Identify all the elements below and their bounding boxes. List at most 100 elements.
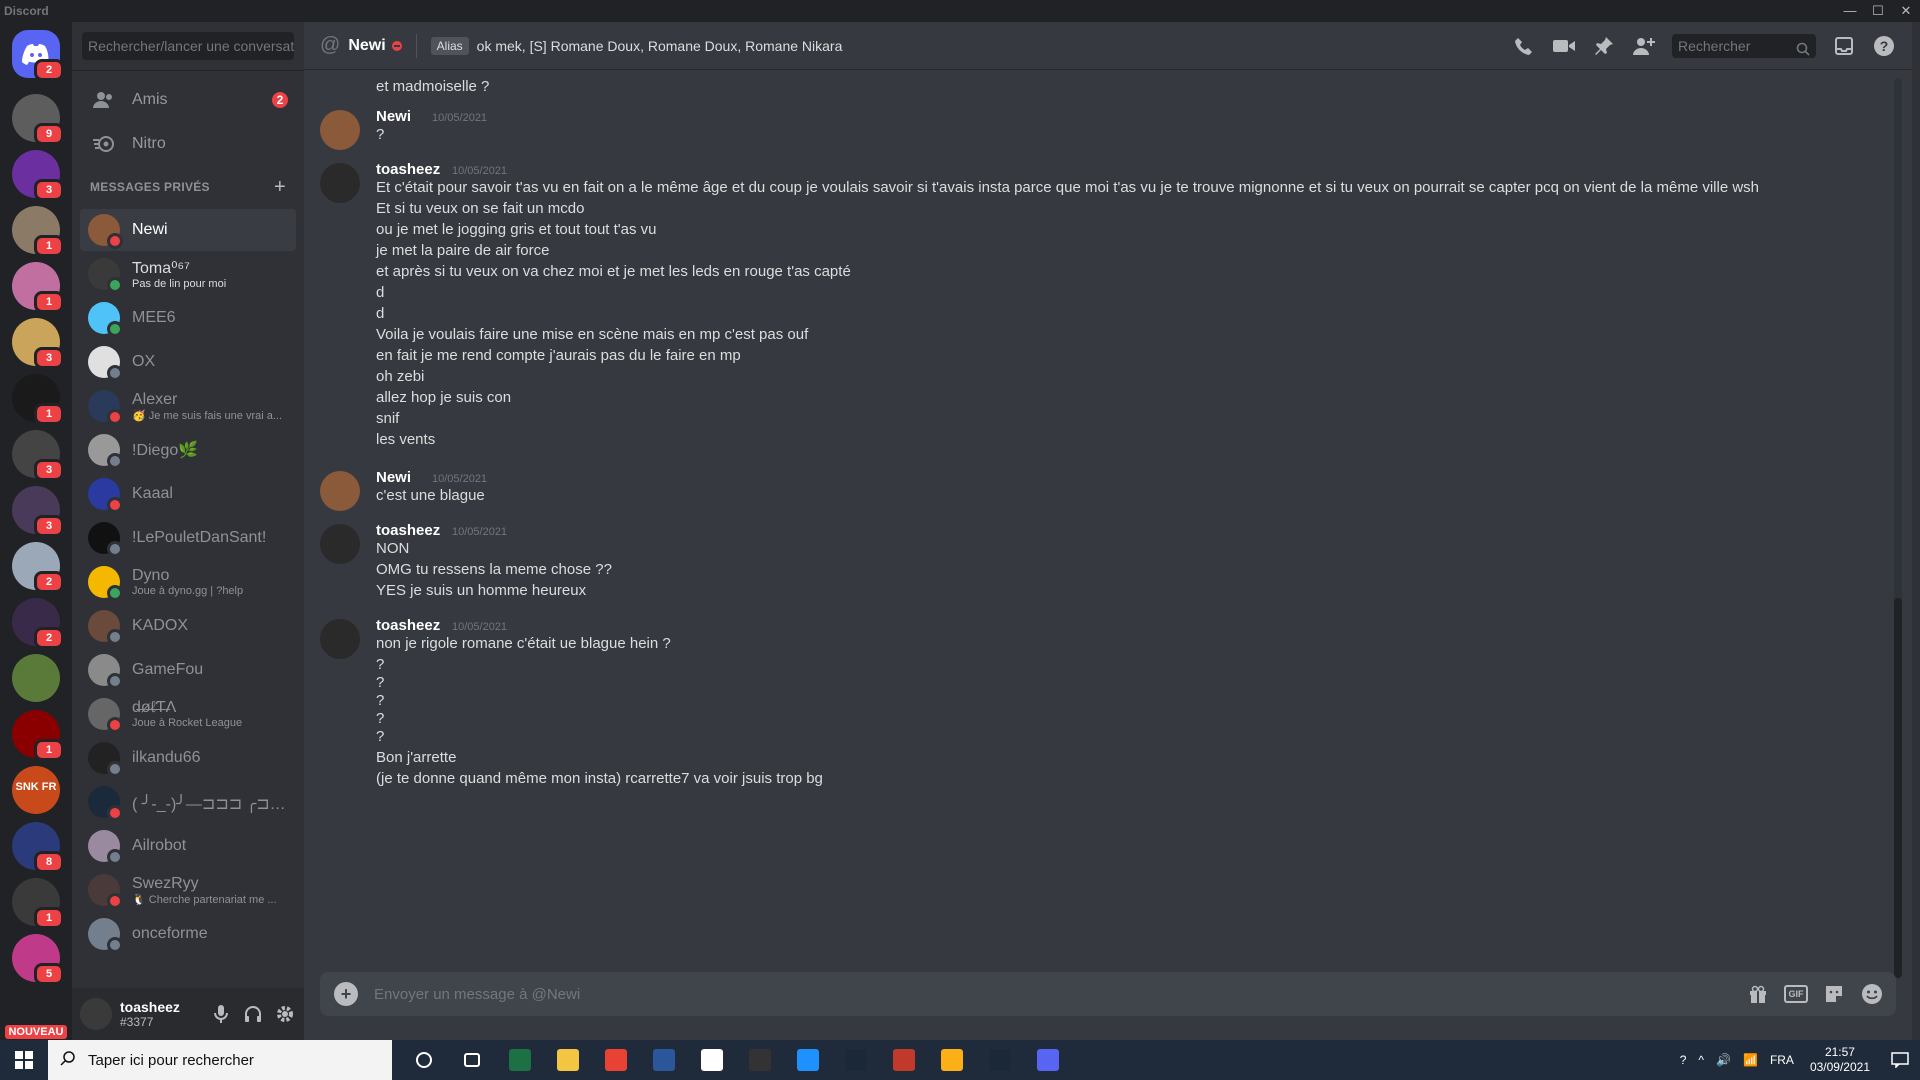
- friends-nav-item[interactable]: Amis 2: [80, 79, 296, 121]
- server-icon[interactable]: 2: [12, 542, 64, 593]
- server-icon[interactable]: 5: [12, 934, 64, 985]
- scrollbar-thumb[interactable]: [1894, 598, 1902, 978]
- message-input-placeholder[interactable]: Envoyer un message à @Newi: [374, 986, 580, 1003]
- message-author-avatar[interactable]: [320, 163, 360, 203]
- server-icon[interactable]: 9: [12, 94, 64, 145]
- chrome-icon[interactable]: [592, 1040, 640, 1080]
- taskbar-search-input[interactable]: Taper ici pour rechercher: [48, 1040, 392, 1080]
- message-scrollbar[interactable]: [1894, 78, 1902, 978]
- rockstar-icon[interactable]: [928, 1040, 976, 1080]
- settings-gear-icon[interactable]: [274, 1003, 296, 1025]
- store-icon[interactable]: [688, 1040, 736, 1080]
- gif-picker-button[interactable]: GIF: [1784, 985, 1808, 1003]
- dm-item[interactable]: ilkandu66: [80, 737, 296, 779]
- dm-item[interactable]: Alexer 🥳 Je me suis fais une vrai a...: [80, 385, 296, 427]
- create-dm-plus-icon[interactable]: +: [274, 176, 286, 199]
- microphone-icon[interactable]: [210, 1003, 232, 1025]
- voice-call-icon[interactable]: [1512, 34, 1536, 58]
- inbox-icon[interactable]: [1832, 34, 1856, 58]
- steam-icon-2[interactable]: [976, 1040, 1024, 1080]
- language-indicator[interactable]: FRA: [1770, 1053, 1794, 1067]
- server-icon[interactable]: 1: [12, 374, 64, 425]
- dm-item[interactable]: Dyno Joue à dyno.gg | ?help: [80, 561, 296, 603]
- discord-taskbar-icon[interactable]: [1024, 1040, 1072, 1080]
- server-icon[interactable]: [12, 654, 60, 702]
- dm-item[interactable]: ( ╯-_-)╯—⊐⊐⊐ ╭⊐⊐—〒╤╤: [80, 781, 296, 823]
- user-avatar[interactable]: [80, 998, 112, 1030]
- server-icon[interactable]: 2: [12, 598, 64, 649]
- excel-icon[interactable]: [496, 1040, 544, 1080]
- server-icon[interactable]: 3: [12, 318, 64, 369]
- nitro-nav-item[interactable]: Nitro: [80, 123, 296, 165]
- task-view-icon[interactable]: [448, 1040, 496, 1080]
- close-button[interactable]: ✕: [1892, 0, 1920, 22]
- app-icon[interactable]: [784, 1040, 832, 1080]
- server-icon[interactable]: 1: [12, 262, 64, 313]
- video-call-icon[interactable]: [1552, 34, 1576, 58]
- server-icon[interactable]: 3: [12, 430, 64, 481]
- message-author[interactable]: toasheez: [376, 617, 440, 634]
- message-author-avatar[interactable]: [320, 619, 360, 659]
- help-tray-icon[interactable]: ?: [1680, 1053, 1687, 1067]
- dm-item[interactable]: onceforme: [80, 913, 296, 955]
- dm-item[interactable]: Toma⁰⁶⁷ Pas de lin pour moi: [80, 253, 296, 295]
- message-author-avatar[interactable]: [320, 524, 360, 564]
- dm-item[interactable]: Newi: [80, 209, 296, 251]
- dm-item[interactable]: Ailrobot: [80, 825, 296, 867]
- dm-item[interactable]: OX: [80, 341, 296, 383]
- gift-icon[interactable]: [1746, 982, 1770, 1006]
- message-author[interactable]: Newi: [376, 108, 411, 125]
- server-icon[interactable]: 3: [12, 486, 64, 537]
- message-author-avatar[interactable]: [320, 110, 360, 150]
- home-button[interactable]: 2: [12, 30, 64, 81]
- dm-item[interactable]: !Diego🌿: [80, 429, 296, 471]
- add-friend-to-dm-icon[interactable]: [1632, 34, 1656, 58]
- mention-badge: 5: [34, 963, 64, 985]
- message-author[interactable]: Newi: [376, 469, 411, 486]
- message-composer[interactable]: + Envoyer un message à @Newi GIF: [320, 972, 1896, 1016]
- notifications-icon[interactable]: [1880, 1040, 1920, 1080]
- message-author[interactable]: toasheez: [376, 161, 440, 178]
- message-author[interactable]: toasheez: [376, 522, 440, 539]
- dm-item[interactable]: Kaaal: [80, 473, 296, 515]
- network-wifi-icon[interactable]: 📶: [1743, 1053, 1758, 1067]
- server-icon[interactable]: 3: [12, 150, 64, 201]
- dm-item[interactable]: SwezRyy 🐧 Cherche partenariat me ...: [80, 869, 296, 911]
- show-hidden-icons-chevron-icon[interactable]: ^: [1698, 1053, 1704, 1067]
- clock[interactable]: 21:57 03/09/2021: [1810, 1045, 1870, 1075]
- upload-plus-button[interactable]: +: [334, 982, 358, 1006]
- dm-item[interactable]: KADOX: [80, 605, 296, 647]
- message-line: d: [376, 284, 385, 301]
- cortana-icon[interactable]: [400, 1040, 448, 1080]
- steam-icon[interactable]: [832, 1040, 880, 1080]
- headphones-icon[interactable]: [242, 1003, 264, 1025]
- help-icon[interactable]: ?: [1872, 34, 1896, 58]
- server-icon[interactable]: 8: [12, 822, 64, 873]
- pinned-messages-icon[interactable]: [1592, 34, 1616, 58]
- server-icon[interactable]: SNK FR: [12, 766, 60, 814]
- dm-item[interactable]: !LePouletDanSant!: [80, 517, 296, 559]
- file-explorer-icon[interactable]: [544, 1040, 592, 1080]
- server-icon[interactable]: 1: [12, 206, 64, 257]
- voicemeeter-icon[interactable]: [880, 1040, 928, 1080]
- server-icon[interactable]: 1: [12, 878, 64, 929]
- word-icon[interactable]: [640, 1040, 688, 1080]
- dm-item[interactable]: GameFou: [80, 649, 296, 691]
- dm-item[interactable]: MEE6: [80, 297, 296, 339]
- maximize-button[interactable]: ☐: [1864, 0, 1892, 22]
- message-search-input[interactable]: Rechercher: [1672, 33, 1816, 58]
- sticker-icon[interactable]: [1822, 982, 1846, 1006]
- message-author-avatar[interactable]: [320, 471, 360, 511]
- message-line: Et c'était pour savoir t'as vu en fait o…: [376, 179, 1760, 196]
- windows-start-icon[interactable]: [0, 1040, 48, 1080]
- dm-item[interactable]: d̶ø̶ℓ̶Ƭ̶Ʌ Joue à Rocket League: [80, 693, 296, 735]
- message-line: Et si tu veux on se fait un mcdo: [376, 200, 585, 217]
- status-indicator: [107, 453, 123, 469]
- volume-icon[interactable]: 🔊: [1716, 1053, 1731, 1067]
- minimize-button[interactable]: —: [1836, 0, 1864, 22]
- obs-icon[interactable]: [736, 1040, 784, 1080]
- server-icon[interactable]: 1: [12, 710, 64, 761]
- window-scrollbar[interactable]: [1912, 22, 1920, 1040]
- find-conversation-input[interactable]: Rechercher/lancer une conversat...: [82, 32, 294, 60]
- emoji-icon[interactable]: [1860, 982, 1884, 1006]
